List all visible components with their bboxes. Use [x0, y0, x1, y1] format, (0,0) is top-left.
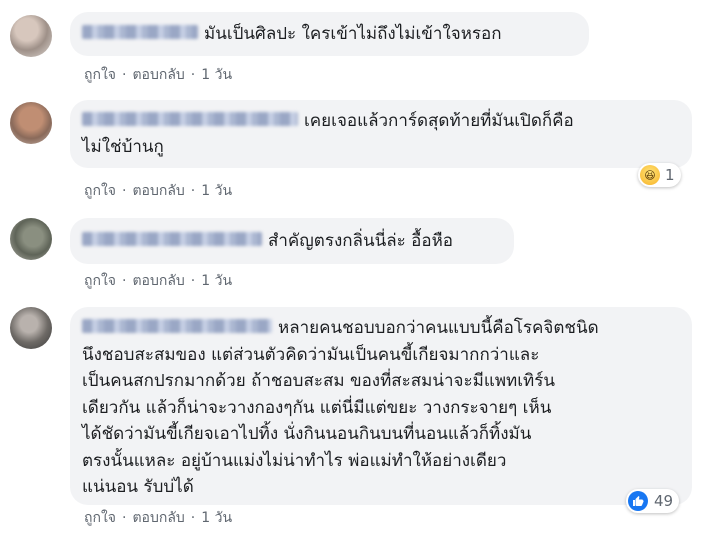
reaction-summary[interactable]: 😆 1: [638, 163, 681, 187]
comment-1: มันเป็นศิลปะ ใครเข้าไม่ถึงไม่เข้าใจหรอก …: [0, 0, 726, 90]
separator-dot: ·: [122, 183, 127, 199]
comment-bubble: สำคัญตรงกลิ่นนี่ล่ะ อื้อหือ: [70, 218, 514, 264]
like-thumb-icon: [628, 491, 648, 511]
timestamp[interactable]: 1 วัน: [201, 67, 232, 83]
like-link[interactable]: ถูกใจ: [84, 273, 116, 289]
separator-dot: ·: [122, 510, 127, 526]
haha-emoji-icon: 😆: [640, 165, 660, 185]
separator-dot: ·: [190, 510, 196, 526]
comment-3: สำคัญตรงกลิ่นนี่ล่ะ อื้อหือ ถูกใจ · ตอบกลั…: [0, 202, 726, 297]
avatar[interactable]: [10, 218, 52, 260]
reply-link[interactable]: ตอบกลับ: [132, 273, 184, 289]
comment-text: มันเป็นศิลปะ ใครเข้าไม่ถึงไม่เข้าใจหรอก: [204, 24, 502, 44]
reaction-summary[interactable]: 49: [626, 489, 680, 513]
reply-link[interactable]: ตอบกลับ: [132, 510, 184, 526]
avatar[interactable]: [10, 15, 52, 57]
blurred-author-name[interactable]: [82, 112, 298, 126]
comment-actions: ถูกใจ · ตอบกลับ · 1 วัน: [84, 270, 232, 292]
comment-text-line: เดียวกัน แล้วก็น่าจะวางกองๆกัน แต่นี่มีแ…: [82, 397, 552, 418]
like-link[interactable]: ถูกใจ: [84, 510, 116, 526]
comment-actions: ถูกใจ · ตอบกลับ · 1 วัน: [84, 64, 232, 86]
comment-bubble: มันเป็นศิลปะ ใครเข้าไม่ถึงไม่เข้าใจหรอก: [70, 12, 589, 56]
blurred-author-name[interactable]: [82, 25, 198, 39]
comment-text-line: เป็นคนสกปรกมากด้วย ถ้าชอบสะสม ของที่สะสม…: [82, 371, 555, 391]
comment-text-line: ได้ชัดว่ามันขี้เกียจเอาไปทิ้ง นั่งกินนอน…: [82, 424, 532, 444]
comment-text-line: หลายคนชอบบอกว่าคนแบบนี้คือโรคจิตชนิด: [278, 318, 599, 338]
comment-actions: ถูกใจ · ตอบกลับ · 1 วัน: [84, 507, 232, 529]
reply-link[interactable]: ตอบกลับ: [132, 183, 184, 199]
comment-actions: ถูกใจ · ตอบกลับ · 1 วัน: [84, 180, 232, 202]
comment-text: สำคัญตรงกลิ่นนี่ล่ะ อื้อหือ: [268, 231, 453, 251]
timestamp[interactable]: 1 วัน: [201, 510, 232, 526]
separator-dot: ·: [190, 67, 196, 83]
timestamp[interactable]: 1 วัน: [201, 183, 232, 199]
reaction-count: 49: [654, 492, 674, 510]
comment-2: เคยเจอแล้วการ์ดสุดท้ายที่มันเปิดก็คือ ไม…: [0, 90, 726, 202]
reaction-count: 1: [665, 166, 675, 184]
reply-link[interactable]: ตอบกลับ: [132, 67, 184, 83]
separator-dot: ·: [190, 183, 196, 199]
comment-text-line: ตรงนั้นแหละ อยู่บ้านแม่งไม่น่าทำไร พ่อแม…: [82, 450, 507, 471]
separator-dot: ·: [122, 273, 127, 289]
blurred-author-name[interactable]: [82, 319, 272, 333]
comment-text-line: เคยเจอแล้วการ์ดสุดท้ายที่มันเปิดก็คือ: [304, 111, 574, 131]
blurred-author-name[interactable]: [82, 232, 262, 246]
comment-text-line: ไม่ใช่บ้านกู: [82, 137, 164, 157]
comment-text-line: นึงชอบสะสมของ แต่ส่วนตัวคิดว่ามันเป็นคนข…: [82, 344, 540, 365]
comment-text-line: แน่นอน รับบ่ได้: [82, 477, 194, 497]
comment-4: หลายคนชอบบอกว่าคนแบบนี้คือโรคจิตชนิด นึง…: [0, 297, 726, 543]
avatar[interactable]: [10, 307, 52, 349]
comment-bubble: หลายคนชอบบอกว่าคนแบบนี้คือโรคจิตชนิด นึง…: [70, 307, 692, 505]
timestamp[interactable]: 1 วัน: [201, 273, 232, 289]
like-link[interactable]: ถูกใจ: [84, 67, 116, 83]
comment-bubble: เคยเจอแล้วการ์ดสุดท้ายที่มันเปิดก็คือ ไม…: [70, 100, 692, 168]
avatar[interactable]: [10, 102, 52, 144]
separator-dot: ·: [122, 67, 127, 83]
like-link[interactable]: ถูกใจ: [84, 183, 116, 199]
separator-dot: ·: [190, 273, 196, 289]
